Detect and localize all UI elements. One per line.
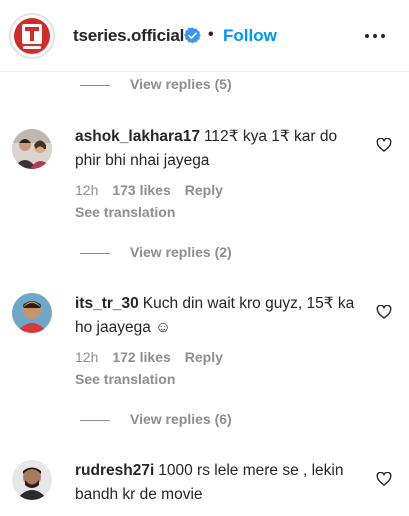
comment-meta: 12h 172 likes Reply (75, 349, 223, 365)
replies-divider-line (80, 420, 110, 421)
like-heart-icon[interactable] (376, 305, 392, 319)
see-translation-link[interactable]: See translation (75, 371, 175, 387)
avatar[interactable] (12, 293, 52, 333)
comment-text: its_tr_30 Kuch din wait kro guyz, 15₹ ka … (75, 292, 365, 340)
like-heart-icon[interactable] (376, 472, 392, 486)
comment-likes[interactable]: 172 likes (112, 349, 170, 365)
view-replies-label: View replies (6) (130, 411, 232, 427)
comment-text: rudresh27i 1000 rs lele mere se , lekin b… (75, 459, 365, 507)
more-options-icon[interactable] (364, 26, 386, 46)
verified-badge-icon (184, 27, 201, 44)
view-replies-label: View replies (2) (130, 244, 232, 260)
logo-underline (23, 46, 41, 49)
comment-username[interactable]: its_tr_30 (75, 295, 139, 312)
comment-time: 12h (75, 182, 99, 198)
comment-text: ashok_lakhara17 112₹ kya 1₹ kar do phir b… (75, 125, 365, 173)
profile-username[interactable]: tseries.official (73, 26, 184, 46)
comment-username[interactable]: rudresh27i (75, 462, 154, 479)
comment-meta: 12h 173 likes Reply (75, 182, 223, 198)
tseries-logo (14, 18, 50, 54)
replies-divider-line (80, 253, 110, 254)
replies-divider-line (80, 85, 110, 86)
view-replies-label: View replies (5) (130, 76, 232, 92)
like-heart-icon[interactable] (376, 138, 392, 152)
separator-dot: • (208, 26, 214, 43)
logo-letter-t (22, 24, 42, 44)
avatar-photo (12, 129, 52, 169)
profile-avatar[interactable] (9, 13, 55, 59)
reply-button[interactable]: Reply (185, 349, 223, 365)
follow-button[interactable]: Follow (223, 26, 277, 46)
post-header: tseries.official • Follow (0, 0, 409, 72)
see-translation-link[interactable]: See translation (75, 204, 175, 220)
reply-button[interactable]: Reply (185, 182, 223, 198)
avatar-photo (12, 460, 52, 500)
avatar-photo (12, 293, 52, 333)
comment-username[interactable]: ashok_lakhara17 (75, 128, 200, 145)
avatar[interactable] (12, 460, 52, 500)
avatar[interactable] (12, 129, 52, 169)
comment-time: 12h (75, 349, 99, 365)
comment-likes[interactable]: 173 likes (112, 182, 170, 198)
